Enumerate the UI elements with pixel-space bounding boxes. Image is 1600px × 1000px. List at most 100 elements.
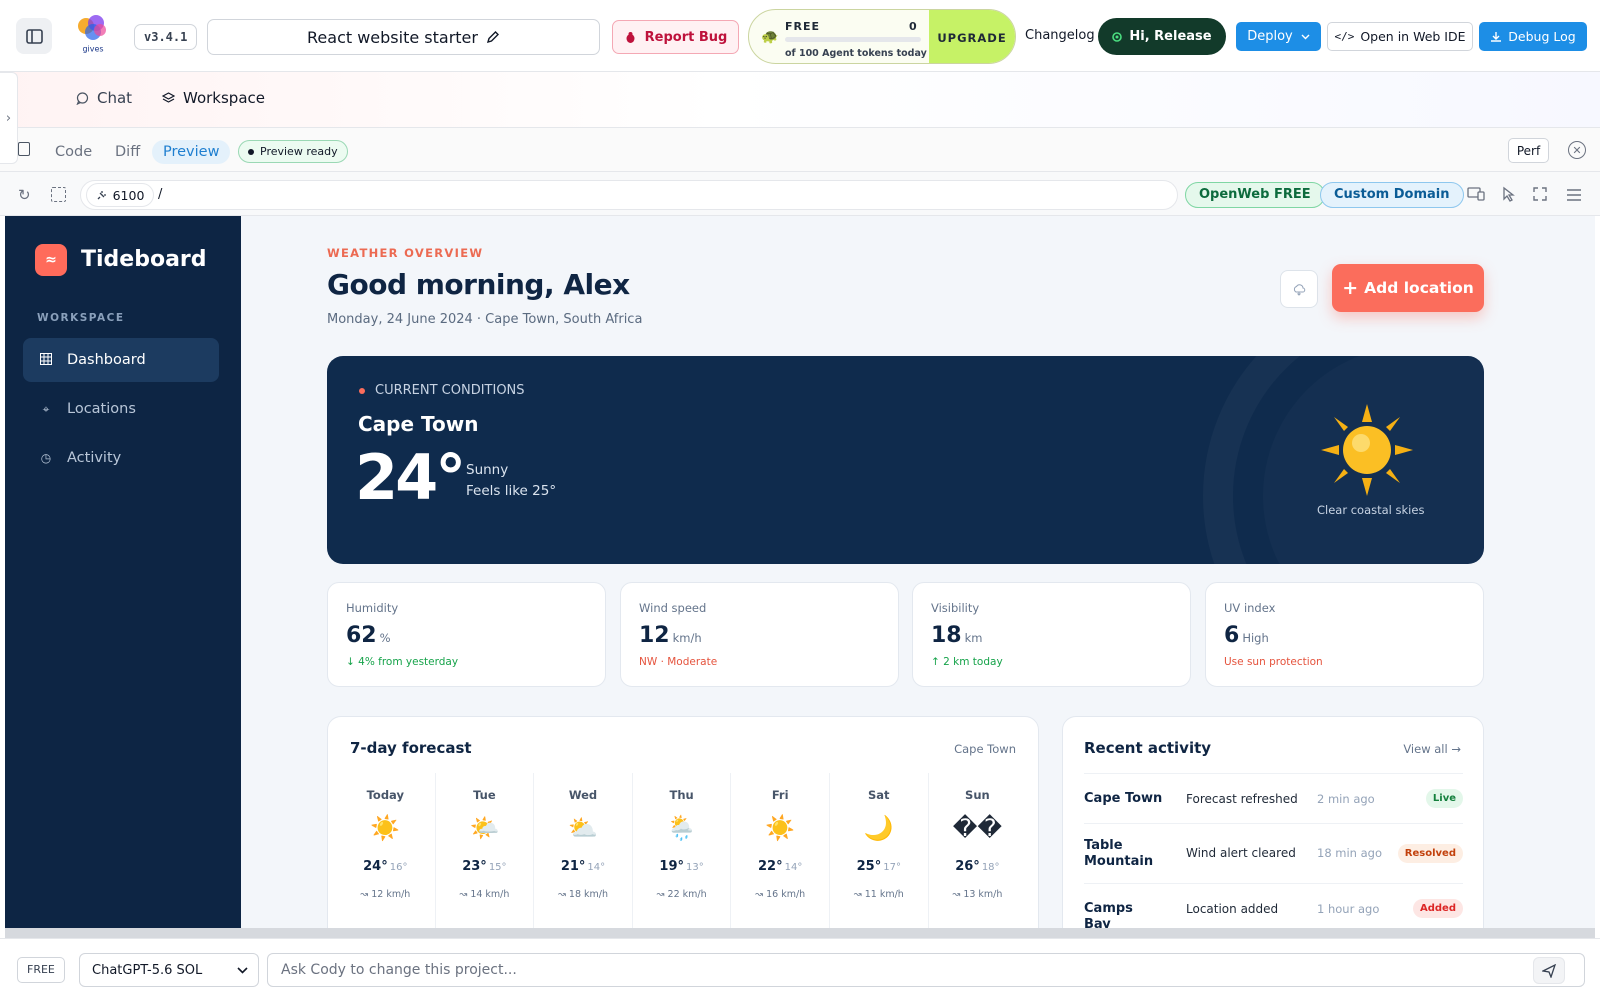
live-dot-icon (359, 387, 365, 394)
changelog-link[interactable]: Changelog (1025, 28, 1095, 43)
sidebar-item-activity[interactable]: ◷ Activity (23, 436, 219, 480)
tab-workspace-label: Workspace (183, 89, 265, 107)
sidebar-item-dashboard[interactable]: Dashboard (23, 338, 219, 382)
forecast-day[interactable]: Sun �� 26° 18° ↝ 13 km/h (927, 773, 1027, 928)
stat-unit: % (379, 631, 391, 645)
chat-bubble-icon (76, 91, 89, 105)
forecast-day[interactable]: Today ☀️ 24° 16° ↝ 12 km/h (336, 773, 435, 928)
open-web-ide-button[interactable]: </> Open in Web IDE (1327, 22, 1473, 51)
tab-workspace[interactable]: Workspace (162, 89, 265, 107)
chevron-right-icon: › (5, 110, 12, 126)
report-bug-button[interactable]: Report Bug (612, 20, 739, 54)
forecast-day[interactable]: Sat 🌙 25° 17° ↝ 11 km/h (829, 773, 928, 928)
activity-location: Table Mountain (1084, 838, 1154, 869)
inspect-pointer-icon[interactable] (1500, 186, 1516, 206)
stat-label: Visibility (931, 601, 980, 615)
clock-icon: ◷ (40, 451, 52, 465)
upgrade-button[interactable]: UPGRADE (929, 10, 1015, 63)
close-preview-button[interactable]: ✕ (1568, 141, 1586, 159)
weather-icon: 🌦️ (666, 814, 697, 842)
weather-icon: 🌤️ (469, 814, 500, 842)
forecast-day[interactable]: Wed ⛅ 21° 14° ↝ 18 km/h (533, 773, 632, 928)
fullscreen-icon[interactable] (1533, 186, 1547, 205)
stat-label: Humidity (346, 601, 399, 615)
page-title: Good morning, Alex (327, 268, 630, 301)
app-sidebar: ≈ Tideboard WORKSPACE Dashboard ⌖ Locati… (5, 216, 241, 928)
plan-tag: FREE (17, 957, 65, 983)
user-menu-button[interactable]: Hi, Release (1098, 18, 1226, 55)
add-location-button[interactable]: + Add location (1332, 264, 1484, 312)
sidebar-toggle-button[interactable] (16, 18, 52, 54)
stat-value: 12 km/h (639, 623, 702, 648)
stat-number: 12 (639, 623, 670, 648)
activity-title: Recent activity (1084, 739, 1212, 757)
horizontal-scrollbar[interactable] (5, 928, 1595, 938)
cloud-icon (1293, 284, 1306, 296)
forecast-day[interactable]: Tue 🌤️ 23° 15° ↝ 14 km/h (434, 773, 534, 928)
stat-number: 18 (931, 623, 962, 648)
model-select[interactable]: ChatGPT-5.6 SOL (79, 953, 259, 987)
expand-panel-handle[interactable]: › (0, 72, 18, 164)
custom-domain-badge[interactable]: Custom Domain (1320, 182, 1464, 208)
stat-card-uv: UV index 6 High Use sun protection (1205, 582, 1484, 687)
forecast-day-name: Fri (771, 788, 789, 802)
forecast-low: 15° (488, 862, 507, 873)
activity-row[interactable]: Camps Bay Location added 1 hour ago Adde… (1084, 883, 1463, 928)
preview-status-badge: Preview ready (238, 140, 348, 163)
stat-note: Use sun protection (1224, 656, 1323, 668)
perf-button[interactable]: Perf (1508, 138, 1549, 163)
plus-icon: + (1342, 276, 1359, 299)
tab-diff[interactable]: Diff (104, 140, 151, 164)
device-toggle-icon[interactable] (1467, 186, 1485, 205)
stat-value: 18 km (931, 623, 983, 648)
forecast-day[interactable]: Thu 🌦️ 19° 13° ↝ 22 km/h (631, 773, 731, 928)
sidebar-item-locations[interactable]: ⌖ Locations (23, 387, 219, 431)
forecast-day-name: Today (366, 788, 404, 802)
tab-preview[interactable]: Preview (152, 140, 231, 164)
page-eyebrow: WEATHER OVERVIEW (327, 246, 484, 260)
download-icon (1491, 31, 1502, 42)
weather-settings-button[interactable] (1280, 270, 1318, 308)
port-selector[interactable]: 6100 (86, 183, 154, 207)
pencil-icon (486, 31, 499, 44)
brand-logo-icon: ≈ (35, 244, 67, 276)
stat-card-wind: Wind speed 12 km/h NW · Moderate (620, 582, 899, 687)
view-all-link[interactable]: View all → (1403, 742, 1461, 756)
token-usage-widget[interactable]: 🐢 FREE 0 of 100 Agent tokens today UPGRA… (748, 9, 1016, 64)
forecast-temps: 26° 18° (929, 859, 1027, 874)
prompt-input[interactable]: Ask Cody to change this project... (267, 953, 1585, 987)
deploy-button[interactable]: Deploy (1236, 22, 1321, 51)
activity-row[interactable]: Cape Town Forecast refreshed 2 min ago L… (1084, 773, 1463, 823)
weather-icon: ⛅ (568, 814, 598, 842)
forecast-temps: 25° 17° (830, 859, 928, 874)
reload-icon[interactable]: ↻ (18, 186, 31, 204)
menu-icon[interactable] (1566, 186, 1582, 205)
token-progress-bar (785, 37, 921, 42)
select-element-icon[interactable] (51, 187, 66, 202)
url-field[interactable] (80, 180, 1178, 210)
openweb-badge[interactable]: OpenWeb FREE (1185, 182, 1325, 208)
activity-location: Camps Bay (1084, 901, 1133, 928)
weather-icon: ☀️ (765, 814, 796, 842)
panel-toggle-icon[interactable] (18, 142, 30, 156)
forecast-temps: 24° 16° (336, 859, 435, 874)
tab-chat[interactable]: Chat (76, 89, 132, 107)
weather-icon: 🌙 (863, 814, 894, 842)
brand-name[interactable]: Tideboard (81, 244, 207, 276)
debug-log-button[interactable]: Debug Log (1479, 22, 1587, 51)
forecast-wind: ↝ 14 km/h (459, 889, 510, 900)
send-button[interactable] (1533, 957, 1565, 984)
tab-code[interactable]: Code (44, 140, 103, 164)
status-dot-icon (1112, 31, 1123, 42)
current-conditions-text: CURRENT CONDITIONS (375, 383, 525, 398)
forecast-high: 24° (363, 859, 388, 874)
url-path[interactable]: / (158, 187, 162, 202)
forecast-temps: 21° 14° (534, 859, 632, 874)
sidebar-item-label: Activity (67, 450, 122, 466)
forecast-day[interactable]: Fri ☀️ 22° 14° ↝ 16 km/h (730, 773, 829, 928)
project-name-field[interactable]: React website starter (207, 19, 600, 55)
activity-row[interactable]: Table Mountain Wind alert cleared 18 min… (1084, 823, 1463, 883)
activity-event: Wind alert cleared (1186, 846, 1296, 860)
bug-icon (626, 31, 635, 43)
app-logo[interactable]: gives (70, 12, 116, 56)
